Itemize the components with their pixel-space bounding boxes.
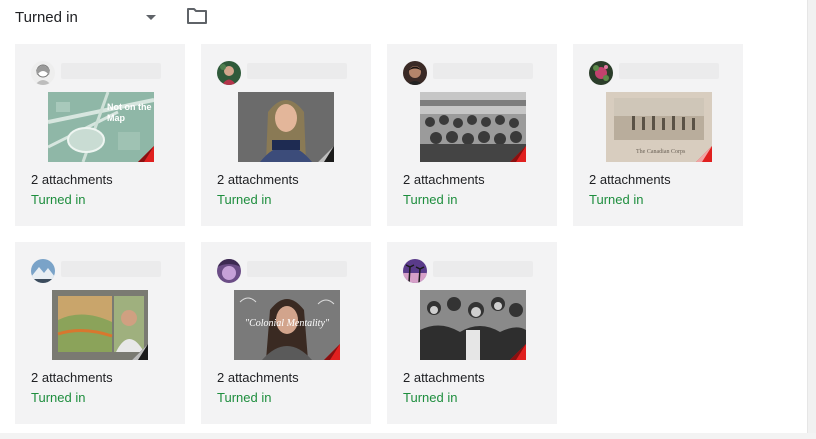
- attachment-count: 2 attachments: [217, 370, 299, 385]
- submission-status: Turned in: [589, 192, 644, 207]
- attachment-count: 2 attachments: [403, 172, 485, 187]
- submission-card[interactable]: 2 attachments Turned in: [15, 242, 185, 424]
- dropdown-caret-icon: [146, 15, 156, 20]
- doc-fold-icon: [132, 344, 148, 360]
- student-avatar: [403, 61, 427, 85]
- doc-fold-icon: [318, 146, 334, 162]
- attachment-count: 2 attachments: [589, 172, 671, 187]
- doc-fold-icon: [696, 146, 712, 162]
- attachment-count: 2 attachments: [217, 172, 299, 187]
- submission-status: Turned in: [403, 390, 458, 405]
- thumbnail-caption: Not on the Map: [107, 102, 152, 123]
- attachment-thumbnail[interactable]: [420, 290, 526, 360]
- student-name-placeholder: [247, 261, 347, 277]
- student-avatar: [217, 61, 241, 85]
- doc-fold-icon: [510, 344, 526, 360]
- doc-fold-icon: [138, 146, 154, 162]
- thumbnail-caption: The Canadian Corps: [636, 149, 686, 155]
- doc-fold-icon: [510, 146, 526, 162]
- attachment-thumbnail[interactable]: "Colonial Mentality": [234, 290, 340, 360]
- attachment-count: 2 attachments: [31, 370, 113, 385]
- attachment-thumbnail[interactable]: [238, 92, 334, 162]
- submission-card[interactable]: 2 attachments Turned in: [387, 44, 557, 226]
- student-avatar: [31, 259, 55, 283]
- student-avatar: [31, 61, 55, 85]
- student-avatar: [589, 61, 613, 85]
- student-name-placeholder: [433, 63, 533, 79]
- submission-card[interactable]: 2 attachments Turned in: [201, 44, 371, 226]
- attachment-count: 2 attachments: [403, 370, 485, 385]
- student-avatar: [403, 259, 427, 283]
- attachment-thumbnail[interactable]: Not on the Map: [48, 92, 154, 162]
- bottom-edge: [0, 433, 816, 439]
- status-filter-dropdown[interactable]: Turned in: [10, 4, 162, 30]
- submission-card[interactable]: "Colonial Mentality" 2 attachments Turne…: [201, 242, 371, 424]
- submission-status: Turned in: [217, 192, 272, 207]
- submission-card[interactable]: The Canadian Corps 2 attachments Turned …: [573, 44, 743, 226]
- submission-status: Turned in: [31, 192, 86, 207]
- submission-status: Turned in: [31, 390, 86, 405]
- attachment-thumbnail[interactable]: The Canadian Corps: [606, 92, 712, 162]
- student-name-placeholder: [61, 261, 161, 277]
- student-avatar: [217, 259, 241, 283]
- status-filter-value: Turned in: [15, 9, 78, 26]
- student-name-placeholder: [61, 63, 161, 79]
- submission-status: Turned in: [403, 192, 458, 207]
- folder-icon[interactable]: [186, 6, 212, 28]
- submission-card[interactable]: Not on the Map 2 attachments Turned in: [15, 44, 185, 226]
- scrollbar-track[interactable]: [807, 0, 816, 439]
- submission-status: Turned in: [217, 390, 272, 405]
- student-name-placeholder: [247, 63, 347, 79]
- attachment-thumbnail[interactable]: [420, 92, 526, 162]
- thumbnail-caption: "Colonial Mentality": [244, 318, 330, 329]
- doc-fold-icon: [324, 344, 340, 360]
- submission-card[interactable]: 2 attachments Turned in: [387, 242, 557, 424]
- student-name-placeholder: [619, 63, 719, 79]
- attachment-thumbnail[interactable]: [52, 290, 148, 360]
- student-name-placeholder: [433, 261, 533, 277]
- filter-bar: Turned in: [0, 0, 808, 36]
- attachment-count: 2 attachments: [31, 172, 113, 187]
